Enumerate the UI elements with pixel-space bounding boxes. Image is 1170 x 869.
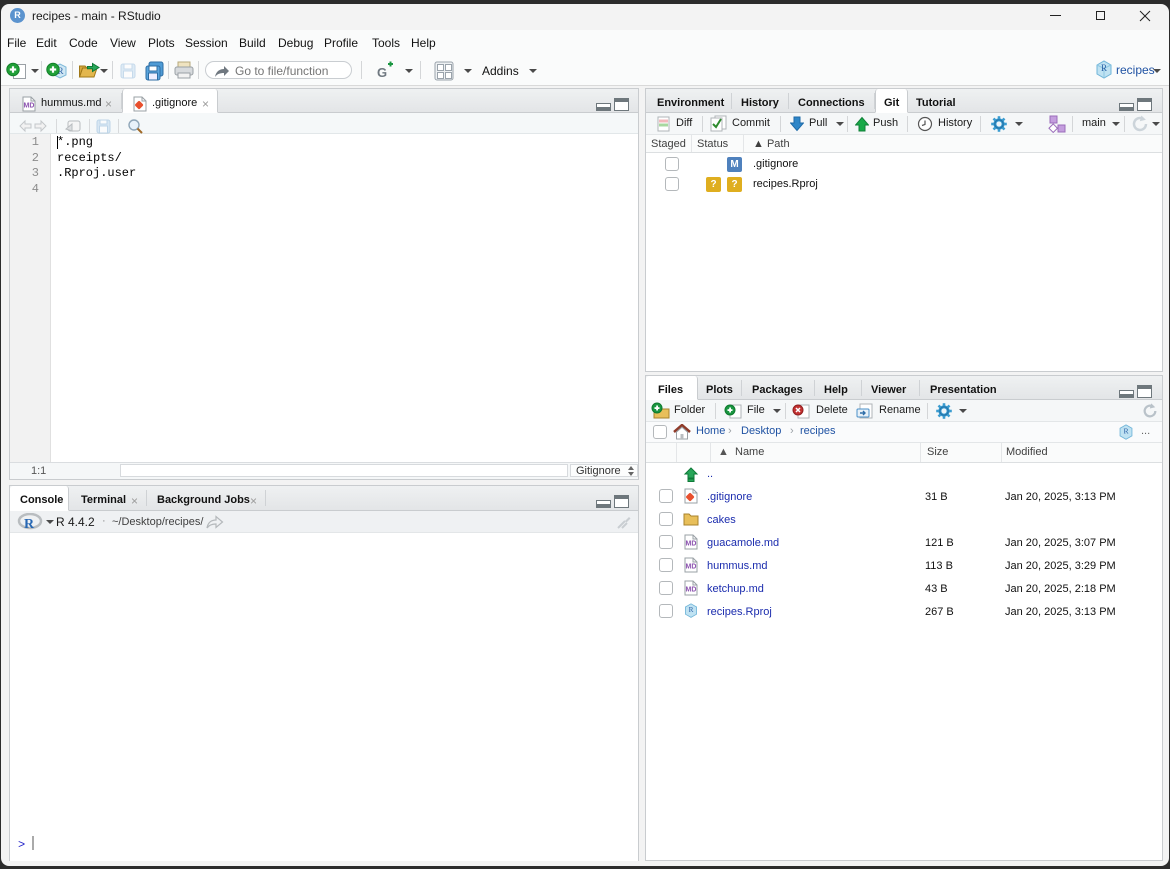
svg-text:R: R: [1101, 63, 1107, 73]
svg-text:MD: MD: [686, 587, 697, 594]
svg-text:MD: MD: [686, 564, 697, 571]
svg-text:R: R: [1123, 426, 1129, 435]
svg-text:MD: MD: [24, 103, 35, 110]
svg-text:MD: MD: [686, 541, 697, 548]
svg-text:R: R: [24, 517, 35, 531]
svg-text:R: R: [689, 606, 694, 614]
svg-text:G: G: [377, 65, 387, 80]
